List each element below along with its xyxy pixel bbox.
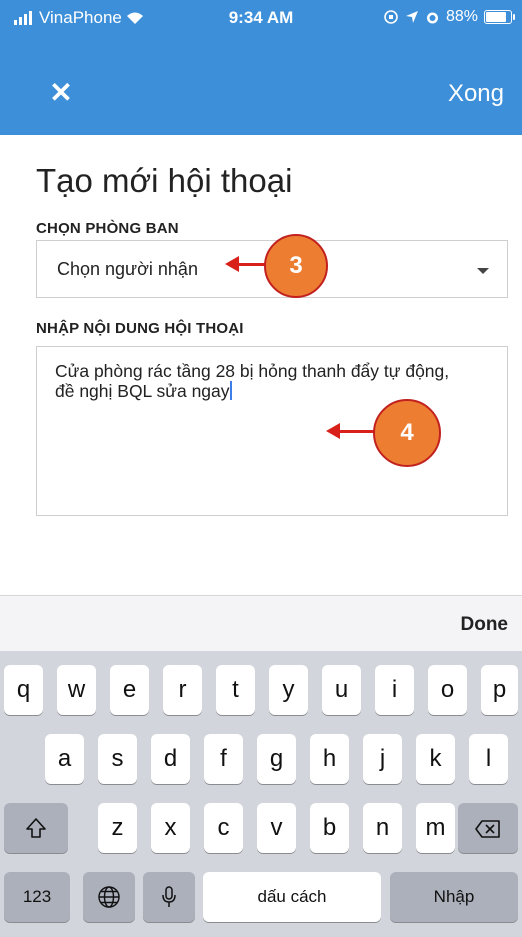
backspace-icon xyxy=(475,820,500,838)
chevron-down-icon xyxy=(477,268,489,274)
key-t[interactable]: t xyxy=(216,665,255,715)
key-y[interactable]: y xyxy=(269,665,308,715)
numbers-key[interactable]: 123 xyxy=(4,872,70,922)
rotation-lock-icon xyxy=(384,10,398,24)
globe-key[interactable] xyxy=(83,872,135,922)
dictation-key[interactable] xyxy=(143,872,195,922)
status-bar: VinaPhone 9:34 AM 88% xyxy=(0,0,522,40)
key-m[interactable]: m xyxy=(416,803,455,853)
backspace-key[interactable] xyxy=(458,803,518,853)
app-header: VinaPhone 9:34 AM 88% ✕ Xong xyxy=(0,0,522,135)
key-j[interactable]: j xyxy=(363,734,402,784)
keyboard-done-button[interactable]: Done xyxy=(461,614,509,636)
shift-icon xyxy=(26,818,46,838)
key-o[interactable]: o xyxy=(428,665,467,715)
keyboard: q w e r t y u i o p a s d f g h j k l z … xyxy=(0,651,522,937)
content-line-2: đề nghị BQL sửa ngay xyxy=(55,381,230,401)
key-r[interactable]: r xyxy=(163,665,202,715)
key-c[interactable]: c xyxy=(204,803,243,853)
annotation-circle-3: 3 xyxy=(264,234,328,298)
alarm-icon xyxy=(426,12,438,23)
content-label: NHẬP NỘI DUNG HỘI THOẠI xyxy=(36,320,244,337)
close-icon: ✕ xyxy=(49,77,73,108)
key-w[interactable]: w xyxy=(57,665,96,715)
battery-icon xyxy=(484,10,515,24)
done-button[interactable]: Xong xyxy=(448,80,504,108)
close-button[interactable]: ✕ xyxy=(46,78,76,108)
key-f[interactable]: f xyxy=(204,734,243,784)
content-line-1: Cửa phòng rác tầng 28 bị hỏng thanh đẩy … xyxy=(55,361,450,381)
annotation-arrow-4 xyxy=(338,430,376,433)
key-v[interactable]: v xyxy=(257,803,296,853)
shift-key[interactable] xyxy=(4,803,68,853)
key-e[interactable]: e xyxy=(110,665,149,715)
key-h[interactable]: h xyxy=(310,734,349,784)
department-label: CHỌN PHÒNG BAN xyxy=(36,220,179,237)
key-s[interactable]: s xyxy=(98,734,137,784)
key-n[interactable]: n xyxy=(363,803,402,853)
key-z[interactable]: z xyxy=(98,803,137,853)
key-b[interactable]: b xyxy=(310,803,349,853)
key-i[interactable]: i xyxy=(375,665,414,715)
microphone-icon xyxy=(162,886,176,907)
key-g[interactable]: g xyxy=(257,734,296,784)
annotation-circle-4: 4 xyxy=(373,399,441,467)
location-icon xyxy=(405,11,418,23)
page-title: Tạo mới hội thoại xyxy=(36,162,293,199)
key-a[interactable]: a xyxy=(45,734,84,784)
battery-percent: 88% xyxy=(445,8,478,25)
key-k[interactable]: k xyxy=(416,734,455,784)
annotation-arrow-3 xyxy=(237,263,265,266)
globe-icon xyxy=(98,886,120,908)
key-d[interactable]: d xyxy=(151,734,190,784)
recipient-select-value: Chọn người nhận xyxy=(57,259,198,279)
text-cursor xyxy=(229,381,232,400)
key-x[interactable]: x xyxy=(151,803,190,853)
key-p[interactable]: p xyxy=(481,665,518,715)
return-key[interactable]: Nhập xyxy=(390,872,518,922)
key-q[interactable]: q xyxy=(4,665,43,715)
key-l[interactable]: l xyxy=(469,734,508,784)
key-u[interactable]: u xyxy=(322,665,361,715)
space-key[interactable]: dấu cách xyxy=(203,872,381,922)
keyboard-accessory-bar: Done xyxy=(0,595,522,652)
